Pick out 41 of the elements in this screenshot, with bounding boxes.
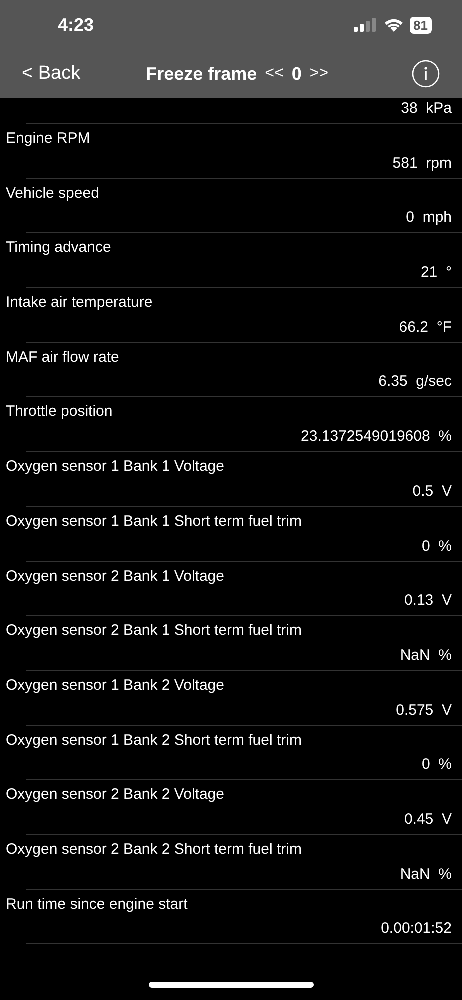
next-frame-button[interactable]: >> [310, 65, 329, 83]
reading-label: Oxygen sensor 1 Bank 2 Short term fuel trim [6, 732, 303, 749]
previous-frame-button[interactable]: << [265, 65, 284, 83]
reading-label: Run time since engine start [6, 896, 189, 913]
back-button[interactable]: < Back [22, 63, 81, 85]
reading-label: Intake air temperature [6, 294, 154, 312]
reading-label: Oxygen sensor 1 Bank 1 Short term fuel trim [6, 512, 303, 530]
reading-label: Vehicle speed [6, 184, 100, 202]
reading-value: 0 mph [406, 209, 452, 226]
reading-label: Oxygen sensor 2 Bank 1 Short term fuel trim [6, 622, 303, 640]
status-time: 4:23 [58, 14, 94, 36]
info-icon[interactable] [412, 60, 440, 88]
reading-value: 0 % [422, 756, 452, 774]
reading-value: 581 rpm [392, 154, 452, 172]
reading-value: 0.00:01:52 [381, 920, 452, 938]
reading-value: 0.45 V [404, 810, 452, 828]
reading-value: NaN % [400, 646, 452, 664]
reading-label: Timing advance [6, 239, 112, 256]
reading-value: 38 kPa [401, 100, 452, 117]
reading-label: Engine RPM [6, 130, 92, 147]
reading-label: Oxygen sensor 1 Bank 2 Voltage [6, 676, 226, 694]
reading-label: Oxygen sensor 2 Bank 2 Short term fuel trim [6, 840, 303, 858]
reading-value: 23.1372549019608 % [301, 428, 452, 446]
wifi-icon [384, 18, 404, 32]
reading-label: Oxygen sensor 2 Bank 1 Voltage [6, 568, 226, 584]
reading-label: MAF air flow rate [6, 348, 120, 366]
reading-value: 0.575 V [396, 702, 452, 719]
reading-value: 0.5 V [412, 482, 452, 500]
signal-icon [354, 18, 378, 32]
page-title: Freeze frame [146, 64, 258, 84]
reading-label: Throttle position [6, 403, 114, 420]
reading-value: 6.35 g/sec [378, 373, 452, 390]
battery-indicator: 81 [410, 16, 432, 34]
frame-number: 0 [292, 64, 302, 84]
reading-label: Oxygen sensor 2 Bank 2 Voltage [6, 786, 226, 804]
reading-value: 0.13 V [404, 592, 452, 610]
reading-value: 66.2 °F [399, 318, 452, 336]
reading-value: 21 ° [420, 264, 452, 282]
reading-label: Oxygen sensor 1 Bank 1 Voltage [6, 458, 226, 476]
reading-value: 0 % [422, 538, 452, 554]
reading-value: NaN % [400, 866, 452, 883]
